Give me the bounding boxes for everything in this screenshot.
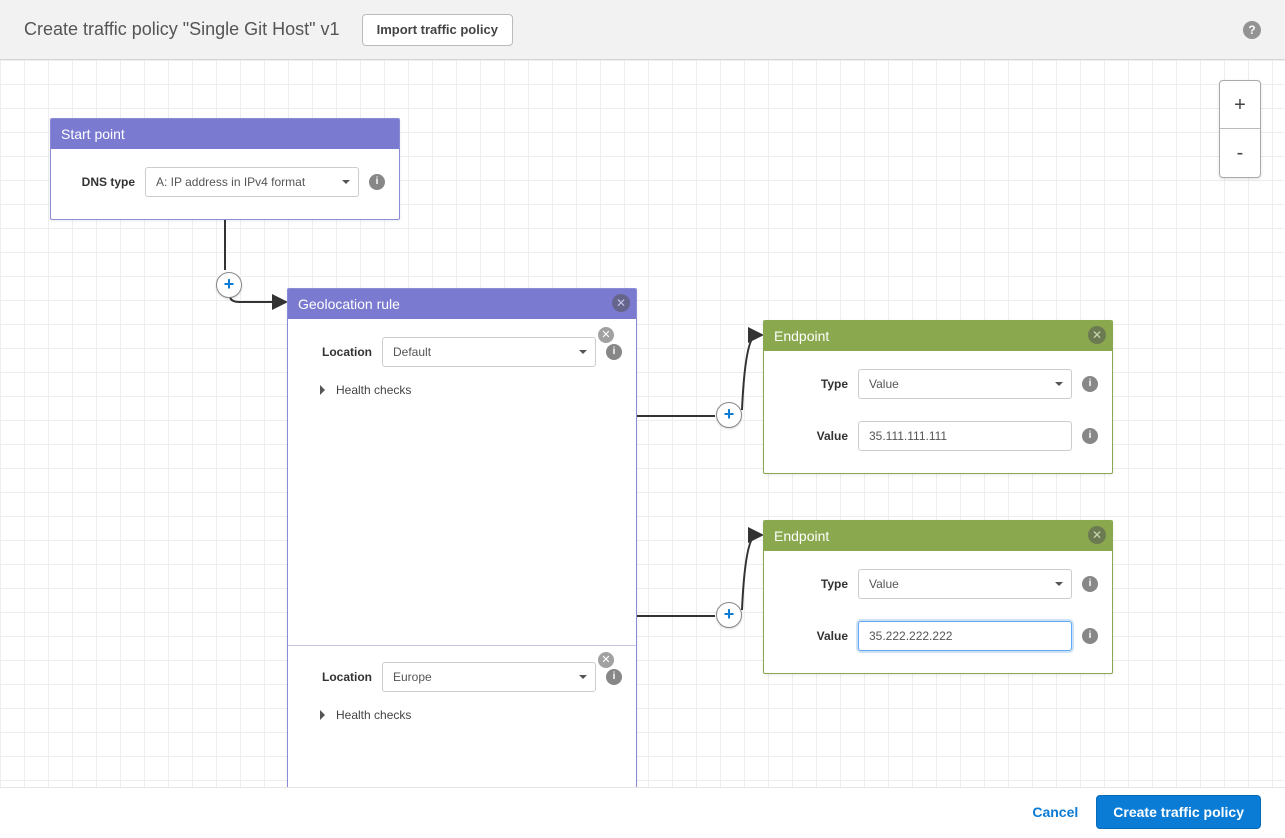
info-icon[interactable]: i — [606, 669, 622, 685]
start-node: Start point DNS type A: IP address in IP… — [50, 118, 400, 220]
close-icon[interactable]: ✕ — [1088, 326, 1106, 344]
zoom-out-button[interactable]: - — [1220, 129, 1260, 177]
chevron-down-icon — [1055, 582, 1063, 590]
location-value: Default — [393, 345, 431, 359]
cancel-button[interactable]: Cancel — [1032, 804, 1078, 820]
health-label: Health checks — [336, 708, 411, 722]
info-icon[interactable]: i — [606, 344, 622, 360]
triangle-right-icon — [320, 385, 330, 395]
value-label: Value — [778, 429, 848, 443]
top-bar: Create traffic policy "Single Git Host" … — [0, 0, 1285, 60]
info-icon[interactable]: i — [1082, 428, 1098, 444]
health-check-expander[interactable]: Health checks — [302, 704, 622, 724]
info-icon[interactable]: i — [1082, 376, 1098, 392]
location-select[interactable]: Default — [382, 337, 596, 367]
value-input[interactable] — [858, 421, 1072, 451]
canvas[interactable]: Start point DNS type A: IP address in IP… — [0, 60, 1285, 788]
endpoint-title: Endpoint — [774, 528, 829, 544]
type-value: Value — [869, 577, 899, 591]
add-endpoint-handle[interactable]: + — [716, 602, 742, 628]
start-node-header: Start point — [51, 119, 399, 149]
footer: Cancel Create traffic policy — [0, 788, 1285, 836]
zoom-in-button[interactable]: + — [1220, 81, 1260, 129]
chevron-down-icon — [579, 350, 587, 358]
type-select[interactable]: Value — [858, 369, 1072, 399]
geolocation-title: Geolocation rule — [298, 296, 400, 312]
health-label: Health checks — [336, 383, 411, 397]
info-icon[interactable]: i — [369, 174, 385, 190]
health-check-expander[interactable]: Health checks — [302, 379, 622, 399]
type-label: Type — [778, 377, 848, 391]
endpoint-header: Endpoint ✕ — [764, 521, 1112, 551]
dns-type-select[interactable]: A: IP address in IPv4 format — [145, 167, 359, 197]
value-label: Value — [778, 629, 848, 643]
dns-type-value: A: IP address in IPv4 format — [156, 175, 305, 189]
endpoint-node: Endpoint ✕ Type Value i Value i — [763, 520, 1113, 674]
endpoint-node: Endpoint ✕ Type Value i Value i — [763, 320, 1113, 474]
close-icon[interactable]: ✕ — [1088, 526, 1106, 544]
info-icon[interactable]: i — [1082, 576, 1098, 592]
zoom-controls: + - — [1219, 80, 1261, 178]
value-input[interactable] — [858, 621, 1072, 651]
type-select[interactable]: Value — [858, 569, 1072, 599]
location-value: Europe — [393, 670, 432, 684]
dns-type-label: DNS type — [65, 175, 135, 189]
info-icon[interactable]: i — [1082, 628, 1098, 644]
create-button[interactable]: Create traffic policy — [1096, 795, 1261, 829]
help-icon[interactable]: ? — [1243, 21, 1261, 39]
type-label: Type — [778, 577, 848, 591]
import-button[interactable]: Import traffic policy — [362, 14, 513, 46]
location-label: Location — [302, 345, 372, 359]
endpoint-title: Endpoint — [774, 328, 829, 344]
close-icon[interactable]: ✕ — [612, 294, 630, 312]
chevron-down-icon — [342, 180, 350, 188]
add-rule-handle[interactable]: + — [216, 272, 242, 298]
add-endpoint-handle[interactable]: + — [716, 402, 742, 428]
page-title: Create traffic policy "Single Git Host" … — [24, 19, 340, 40]
chevron-down-icon — [579, 675, 587, 683]
geolocation-header: Geolocation rule ✕ — [288, 289, 636, 319]
triangle-right-icon — [320, 710, 330, 720]
geolocation-node: Geolocation rule ✕ ✕ Location Default i … — [287, 288, 637, 788]
type-value: Value — [869, 377, 899, 391]
chevron-down-icon — [1055, 382, 1063, 390]
location-select[interactable]: Europe — [382, 662, 596, 692]
location-label: Location — [302, 670, 372, 684]
endpoint-header: Endpoint ✕ — [764, 321, 1112, 351]
